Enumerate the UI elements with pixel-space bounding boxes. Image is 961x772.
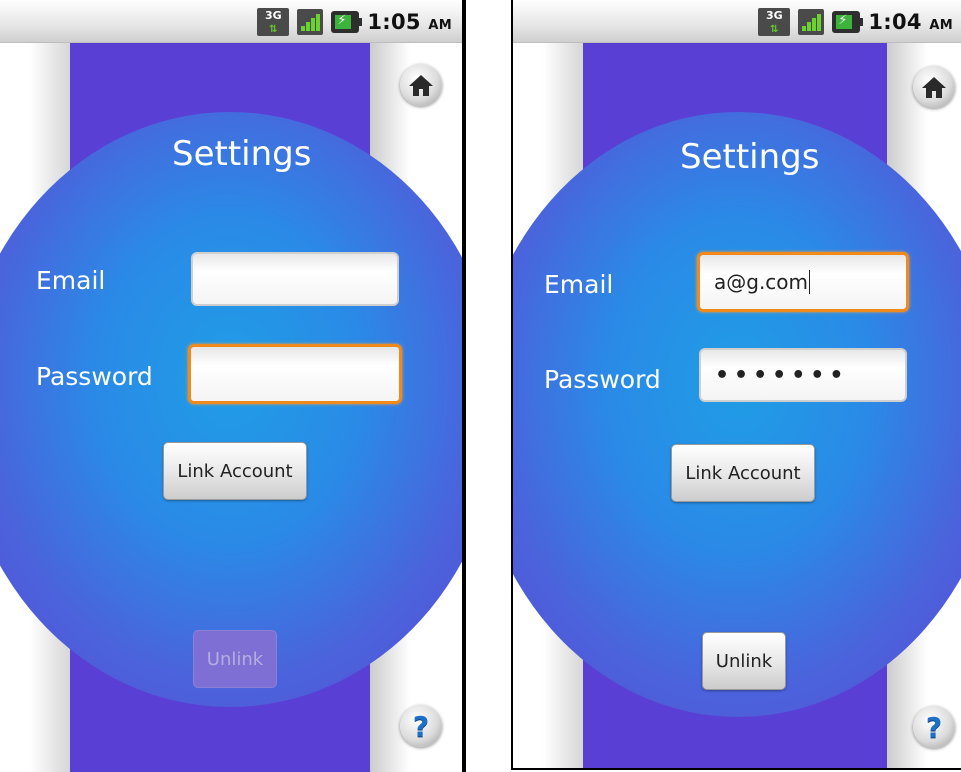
- password-field[interactable]: [188, 344, 402, 404]
- home-icon: [922, 77, 946, 98]
- unlink-button[interactable]: Unlink: [193, 630, 277, 688]
- help-button[interactable]: ?: [913, 706, 955, 748]
- status-clock: 1:04 AM: [868, 10, 953, 34]
- home-icon: [409, 75, 433, 96]
- home-button[interactable]: [913, 66, 955, 108]
- link-account-button[interactable]: Link Account: [671, 444, 815, 502]
- status-clock: 1:05 AM: [367, 10, 452, 34]
- unlink-button[interactable]: Unlink: [702, 632, 786, 690]
- password-label: Password: [36, 362, 153, 391]
- password-field[interactable]: •••••••: [699, 348, 907, 402]
- status-bar: 3G ⇅ ⚡ 1:05 AM: [0, 0, 462, 43]
- signal-bars-icon: [798, 9, 825, 35]
- email-label: Email: [36, 266, 106, 295]
- link-account-button[interactable]: Link Account: [163, 442, 307, 500]
- page-title: Settings: [680, 137, 820, 177]
- phone-screen-right: 3G ⇅ ⚡ 1:04 AM Settings Email a@g.com Pas…: [511, 0, 961, 770]
- signal-3g-icon: 3G ⇅: [758, 8, 791, 36]
- status-bar: 3G ⇅ ⚡ 1:04 AM: [513, 0, 961, 43]
- phone-screen-left: 3G ⇅ ⚡ 1:05 AM Settings Email Password Li…: [0, 0, 466, 772]
- signal-3g-icon: 3G ⇅: [257, 8, 290, 36]
- settings-panel: [0, 112, 462, 707]
- battery-icon: ⚡: [832, 11, 864, 33]
- email-field[interactable]: a@g.com: [697, 252, 909, 312]
- page-title: Settings: [172, 134, 312, 174]
- help-icon: ?: [925, 710, 943, 744]
- signal-bars-icon: [297, 9, 324, 35]
- email-field[interactable]: [191, 252, 399, 306]
- text-cursor: [809, 270, 811, 294]
- password-label: Password: [544, 365, 661, 394]
- help-icon: ?: [412, 709, 430, 743]
- battery-icon: ⚡: [331, 11, 363, 33]
- help-button[interactable]: ?: [400, 705, 442, 747]
- home-button[interactable]: [400, 64, 442, 106]
- settings-panel: [513, 112, 961, 717]
- email-label: Email: [544, 270, 614, 299]
